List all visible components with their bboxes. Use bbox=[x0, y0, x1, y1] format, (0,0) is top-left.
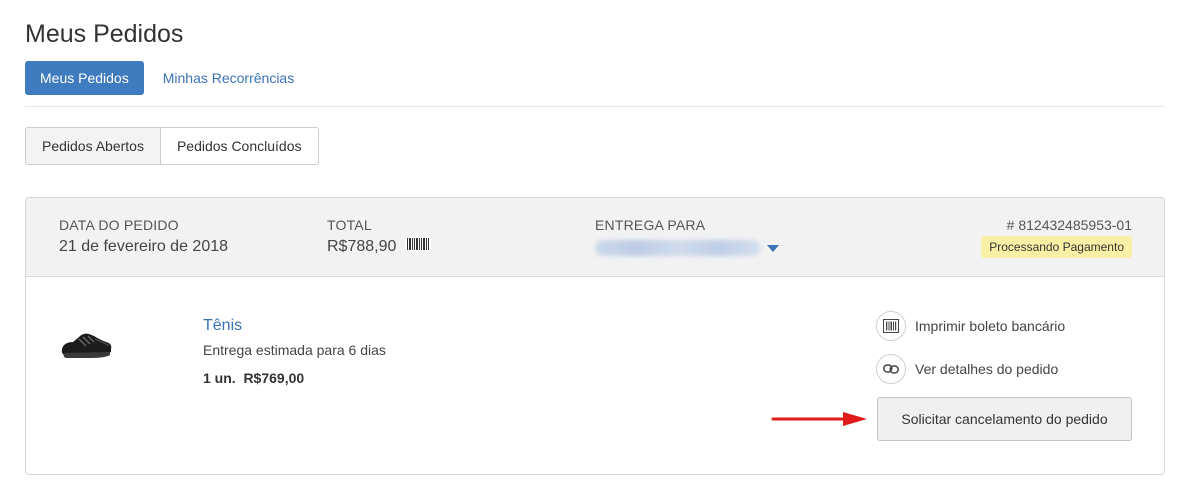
order-shipping: ENTREGA PARA bbox=[595, 216, 779, 256]
tab-pedidos-concluidos[interactable]: Pedidos Concluídos bbox=[160, 127, 319, 165]
link-icon bbox=[876, 354, 906, 384]
order-date-value: 21 de fevereiro de 2018 bbox=[59, 238, 229, 255]
tab-minhas-recorrencias[interactable]: Minhas Recorrências bbox=[163, 61, 295, 95]
order-total-value: R$788,90 bbox=[327, 238, 397, 255]
cancel-order-button[interactable]: Solicitar cancelamento do pedido bbox=[877, 397, 1132, 441]
quantity-price: 1 un. R$769,00 bbox=[203, 370, 305, 386]
barcode-icon bbox=[876, 311, 906, 341]
blurred-address bbox=[595, 240, 761, 256]
status-badge: Processando Pagamento bbox=[981, 236, 1132, 258]
order-details-link[interactable]: Ver detalhes do pedido bbox=[876, 354, 1058, 384]
chevron-down-icon[interactable] bbox=[767, 244, 779, 252]
order-date: DATA DO PEDIDO 21 de fevereiro de 2018 bbox=[59, 216, 228, 258]
tab-meus-pedidos[interactable]: Meus Pedidos bbox=[25, 61, 144, 95]
order-shipping-label: ENTREGA PARA bbox=[595, 217, 706, 233]
shipping-address-dropdown[interactable] bbox=[595, 236, 779, 256]
arrow-right-icon bbox=[771, 412, 867, 426]
order-filter-tabs: Pedidos Abertos Pedidos Concluídos bbox=[25, 127, 319, 165]
order-header: DATA DO PEDIDO 21 de fevereiro de 2018 T… bbox=[26, 198, 1164, 277]
order-card: DATA DO PEDIDO 21 de fevereiro de 2018 T… bbox=[25, 197, 1165, 475]
order-total-row: R$788,90 bbox=[327, 236, 432, 258]
shoe-image bbox=[59, 325, 115, 361]
order-date-label: DATA DO PEDIDO bbox=[59, 217, 179, 233]
print-boleto-label: Imprimir boleto bancário bbox=[915, 318, 1066, 334]
divider bbox=[25, 106, 1165, 107]
tab-pedidos-abertos[interactable]: Pedidos Abertos bbox=[25, 127, 161, 165]
page-title: Meus Pedidos bbox=[25, 20, 184, 48]
delivery-estimate: Entrega estimada para 6 dias bbox=[203, 342, 386, 358]
print-boleto-link[interactable]: Imprimir boleto bancário bbox=[876, 311, 1065, 341]
order-total-label: TOTAL bbox=[327, 217, 372, 233]
product-name-link[interactable]: Tênis bbox=[203, 316, 242, 336]
order-total: TOTAL R$788,90 bbox=[327, 216, 432, 258]
order-number: # 812432485953-01 bbox=[1006, 217, 1132, 233]
top-tabs: Meus Pedidos Minhas Recorrências bbox=[25, 61, 294, 95]
barcode-icon[interactable] bbox=[405, 236, 432, 258]
order-details-label: Ver detalhes do pedido bbox=[915, 361, 1059, 377]
